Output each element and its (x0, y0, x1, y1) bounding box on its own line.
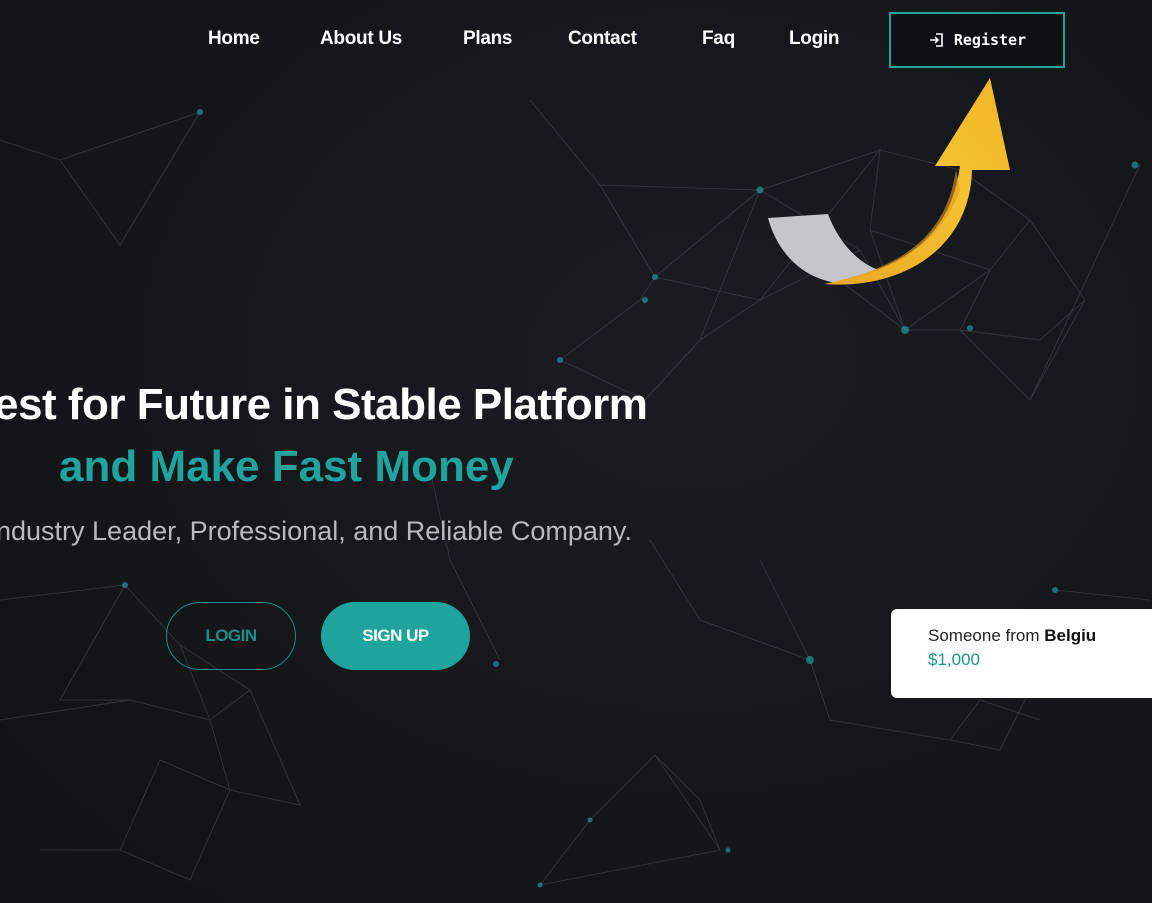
page: Home About Us Plans Contact Faq Login Re… (0, 0, 1152, 903)
hero-description: ndustry Leader, Professional, and Reliab… (0, 516, 632, 546)
nav-faq-link[interactable]: Faq (702, 28, 735, 50)
nav-home-link[interactable]: Home (208, 28, 260, 50)
register-label: Register (953, 31, 1027, 49)
notification-text: Someone from Belgiu (928, 626, 1152, 646)
hero-subtitle: and Make Fast Money (59, 442, 514, 491)
notification-amount: $1,000 (928, 650, 980, 669)
nav-plans-link[interactable]: Plans (463, 28, 513, 50)
curved-arrow-icon (768, 78, 1010, 285)
hero-login-button[interactable]: LOGIN (166, 602, 296, 670)
nav-login-link[interactable]: Login (789, 28, 840, 50)
notification-prefix: Someone from (928, 626, 1045, 645)
nav-contact-link[interactable]: Contact (568, 28, 637, 50)
investment-notification: Someone from Belgiu $1,000 (891, 609, 1152, 698)
hero-title: est for Future in Stable Platform (0, 380, 648, 429)
nav-about-link[interactable]: About Us (320, 28, 402, 50)
register-button[interactable]: Register (889, 12, 1065, 68)
hero-signup-button[interactable]: SIGN UP (321, 602, 470, 670)
sign-in-icon (929, 33, 943, 47)
notification-country: Belgiu (1044, 626, 1097, 645)
